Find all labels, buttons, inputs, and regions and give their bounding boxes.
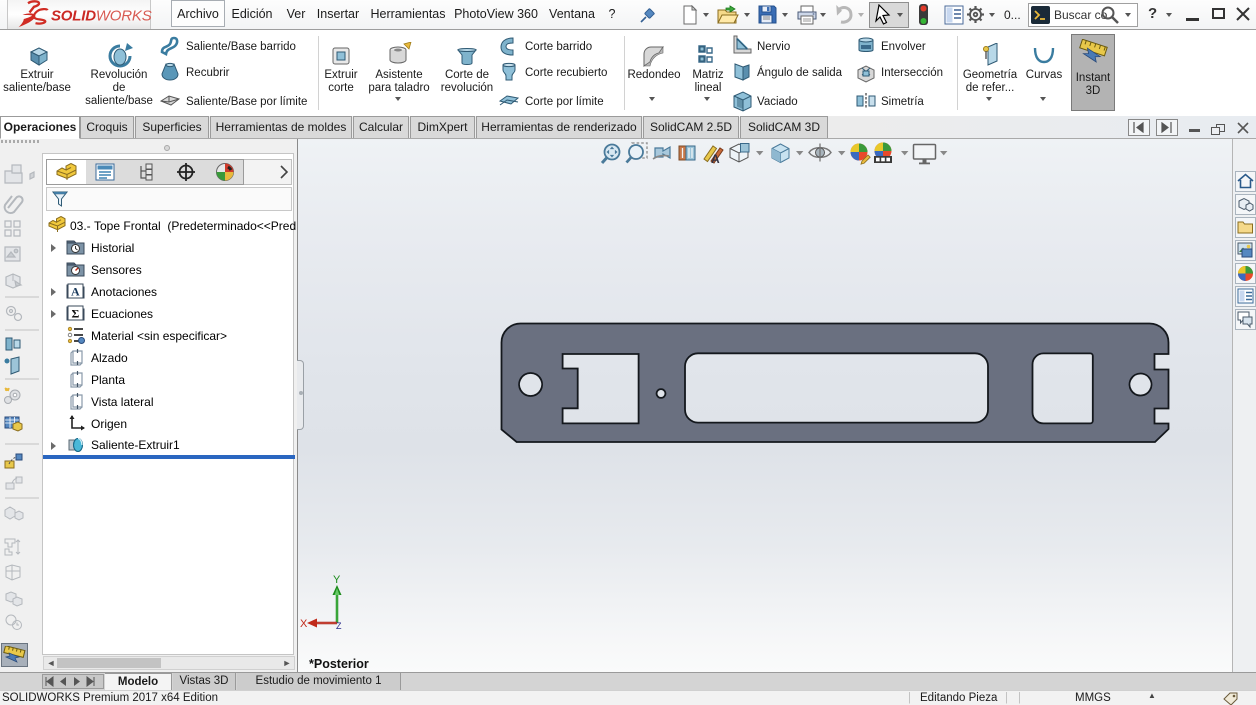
- svg-text:Σ: Σ: [72, 307, 80, 321]
- svg-text:SOLIDWORKS: SOLIDWORKS: [51, 8, 152, 25]
- svg-text:A: A: [711, 152, 720, 166]
- svg-text:Z: Z: [336, 621, 342, 629]
- svg-text:A: A: [71, 285, 80, 299]
- svg-text:X: X: [300, 618, 308, 629]
- svg-text:Y: Y: [333, 574, 341, 586]
